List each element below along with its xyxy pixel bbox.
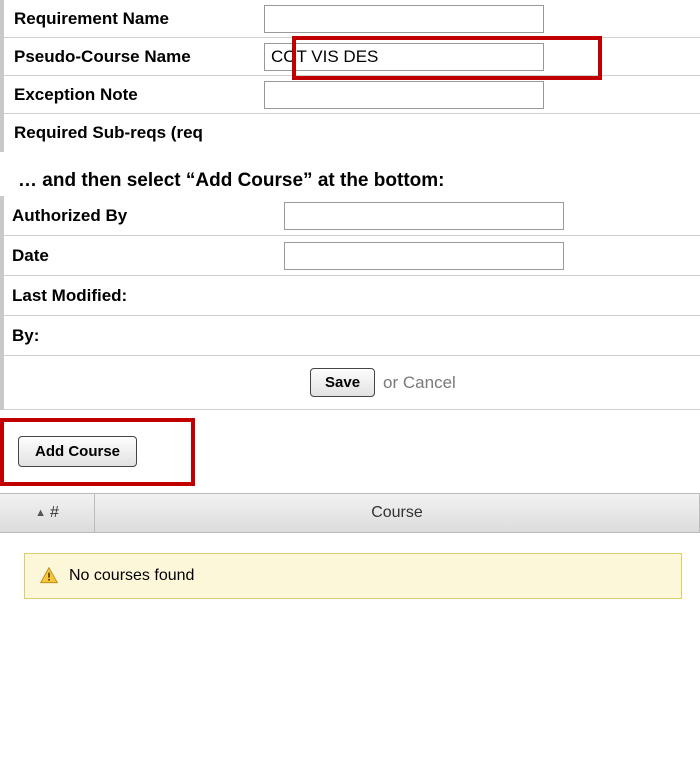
no-courses-banner: No courses found <box>24 553 682 599</box>
col-num-header[interactable]: ▲ # <box>0 494 95 532</box>
authorized-by-label: Authorized By <box>4 198 284 234</box>
or-cancel-text[interactable]: or Cancel <box>383 373 456 393</box>
authorized-by-input[interactable] <box>284 202 564 230</box>
requirement-name-input[interactable] <box>264 5 544 33</box>
col-course-label: Course <box>371 504 423 522</box>
sort-asc-icon: ▲ <box>35 507 46 519</box>
required-subreqs-label: Required Sub-reqs (req <box>4 115 264 151</box>
no-courses-text: No courses found <box>69 567 194 585</box>
date-input[interactable] <box>284 242 564 270</box>
col-course-header[interactable]: Course <box>95 494 700 532</box>
col-num-label: # <box>50 504 59 522</box>
date-label: Date <box>4 238 284 274</box>
by-label: By: <box>4 318 284 354</box>
highlight-pseudo-course <box>292 36 602 80</box>
pseudo-course-name-label: Pseudo-Course Name <box>4 39 264 75</box>
exception-note-input[interactable] <box>264 81 544 109</box>
last-modified-label: Last Modified: <box>4 278 284 314</box>
requirement-name-label: Requirement Name <box>4 1 264 37</box>
instruction-text: … and then select “Add Course” at the bo… <box>0 152 700 196</box>
warning-icon <box>39 566 59 586</box>
exception-note-label: Exception Note <box>4 77 264 113</box>
highlight-add-course <box>0 418 195 486</box>
course-table-header: ▲ # Course <box>0 493 700 533</box>
save-button[interactable]: Save <box>310 368 375 397</box>
